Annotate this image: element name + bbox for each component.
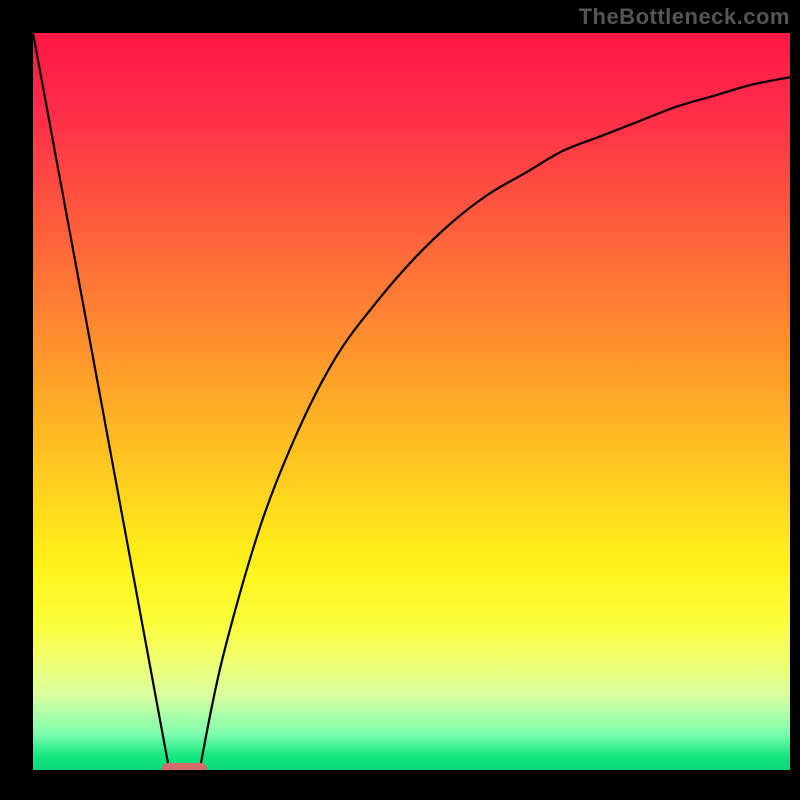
bottom-axis-strip [0,770,800,800]
curves-svg [33,33,790,770]
plot-area [33,33,790,770]
right-rising-curve [200,77,790,770]
left-falling-line [33,33,169,770]
optimal-point-marker [162,763,207,770]
chart-frame: TheBottleneck.com [0,0,800,800]
watermark-text: TheBottleneck.com [579,4,790,30]
